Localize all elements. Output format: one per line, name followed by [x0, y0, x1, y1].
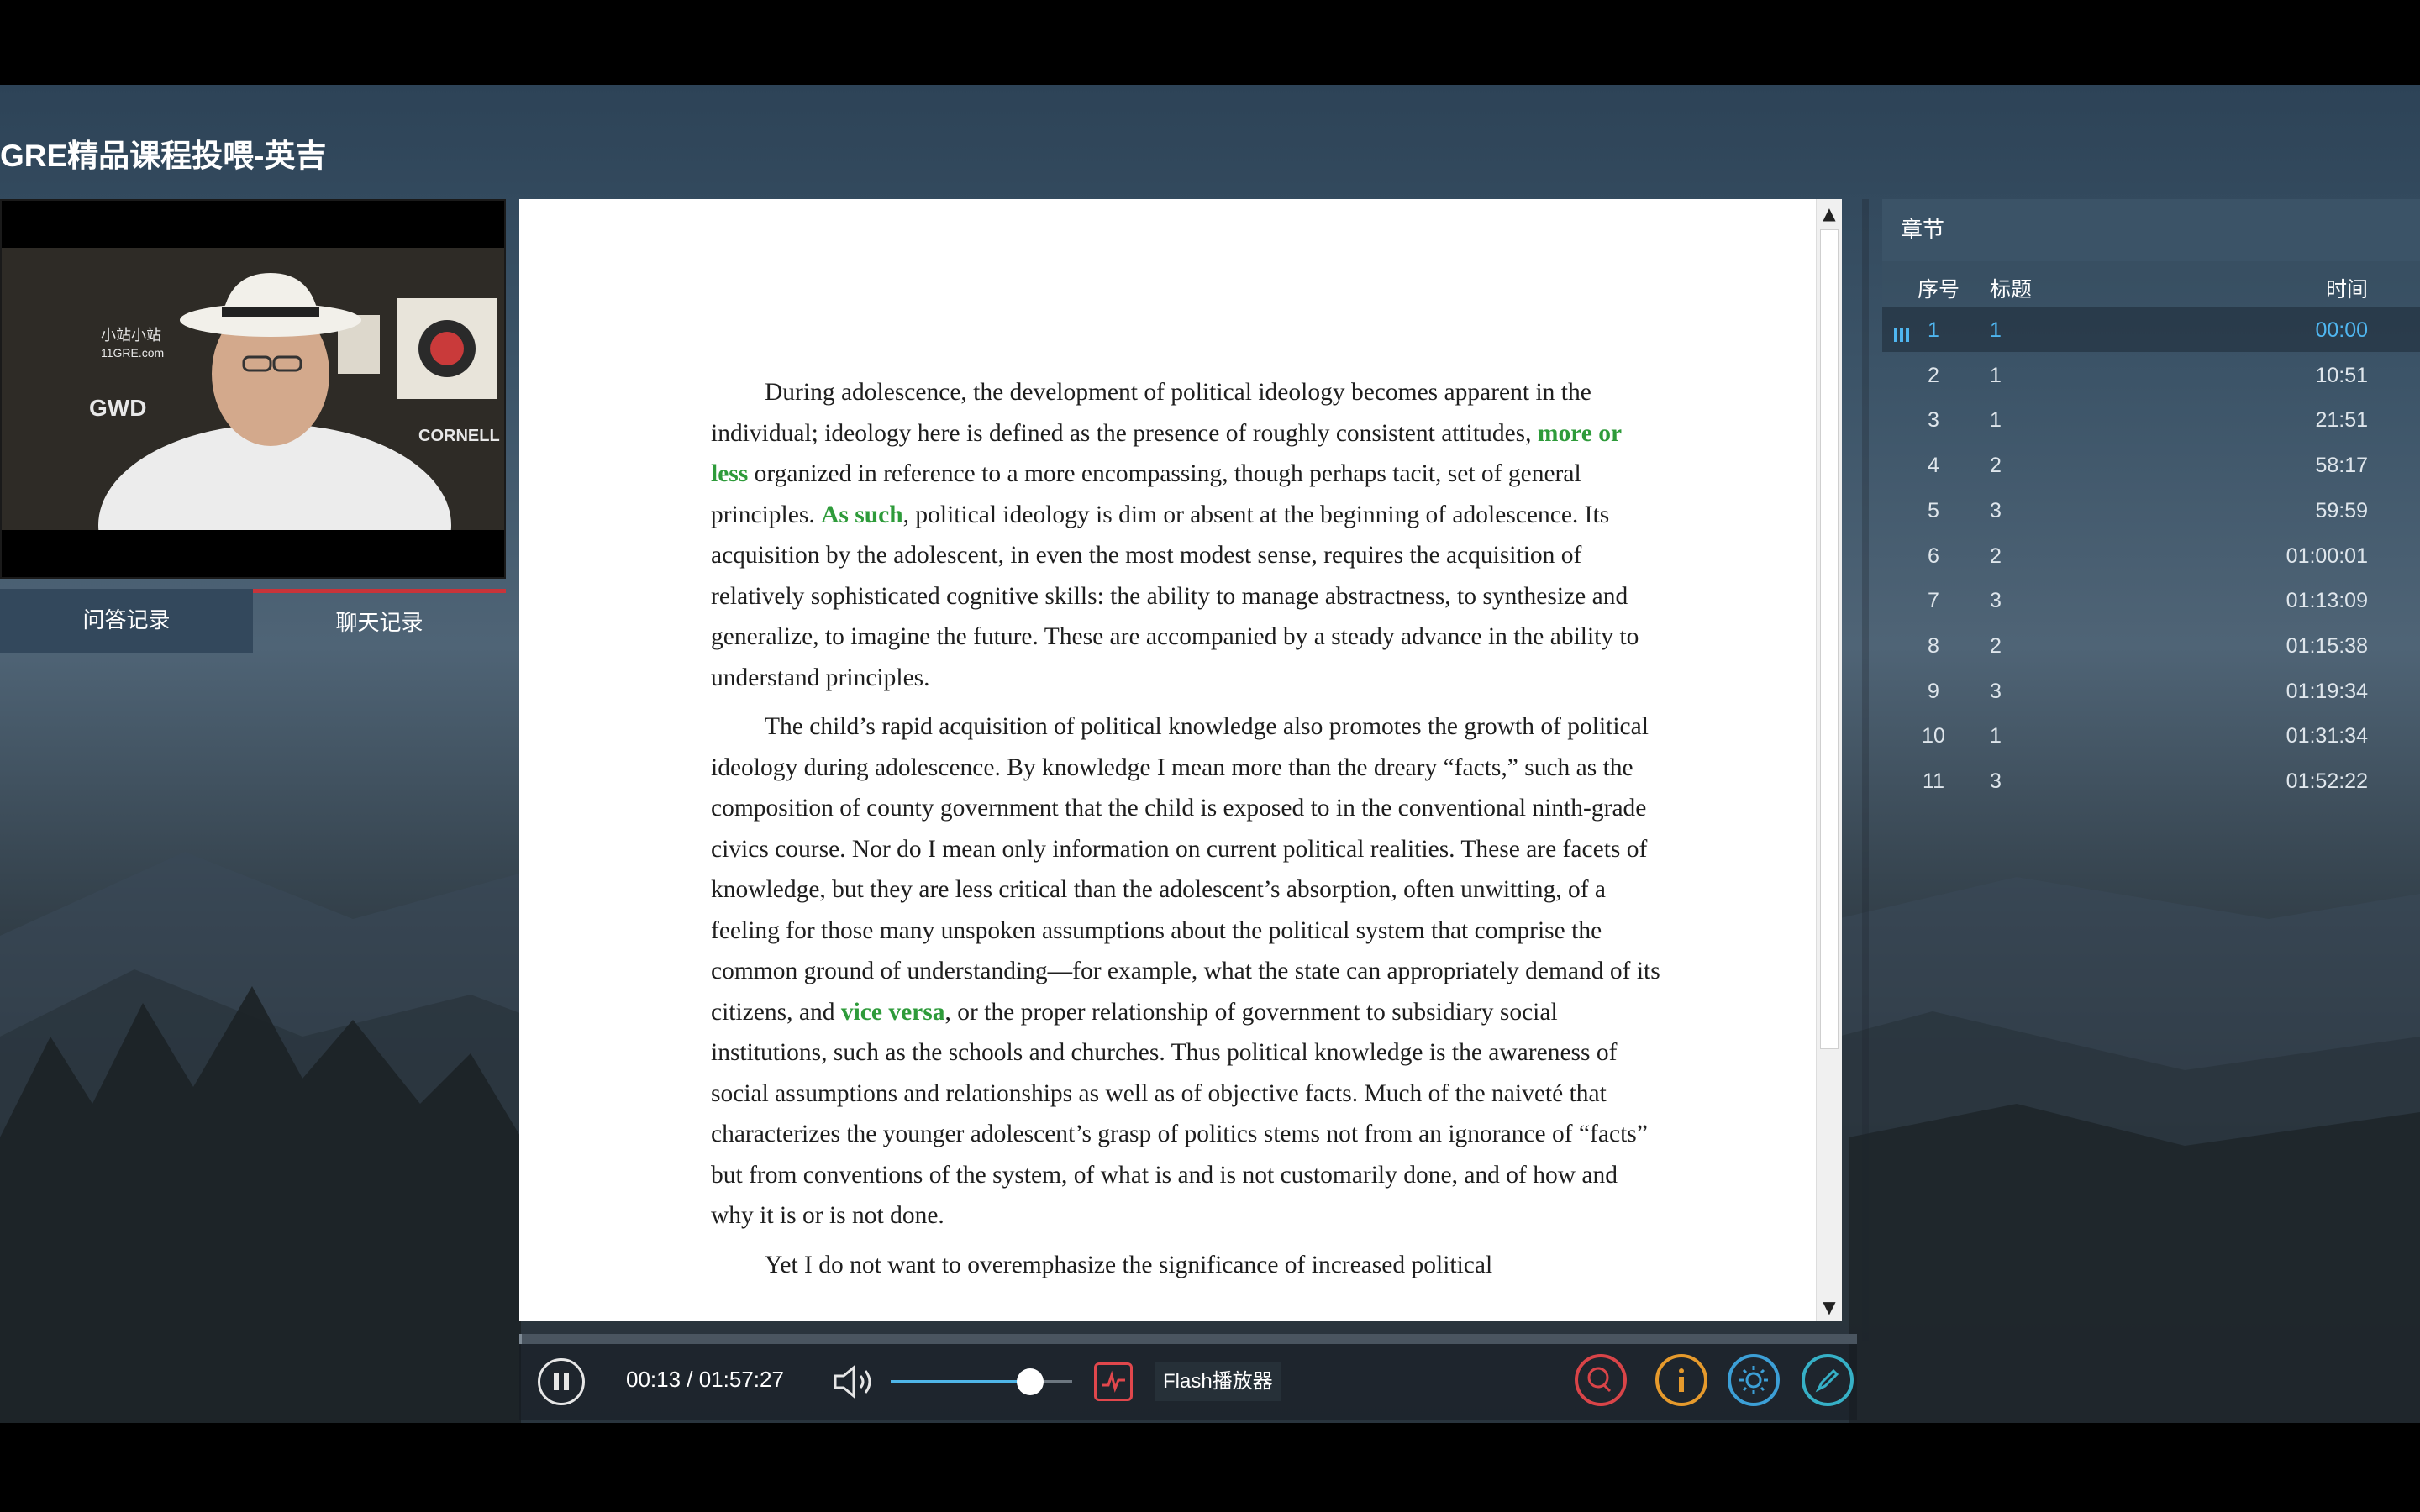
- document-paragraph: The child’s rapid acquisition of politic…: [711, 706, 1660, 1236]
- chapter-title: 2: [1990, 454, 2002, 478]
- chapter-index: 8: [1928, 633, 1939, 658]
- scroll-up-icon[interactable]: ▲: [1817, 199, 1842, 228]
- document-scrollbar[interactable]: ▲ ▼: [1816, 199, 1842, 1321]
- chapter-time: 01:15:38: [2286, 633, 2368, 658]
- chapter-title: 2: [1990, 633, 2002, 658]
- flash-player-button[interactable]: Flash播放器: [1155, 1362, 1281, 1401]
- time-display: 00:13 / 01:57:27: [626, 1367, 784, 1392]
- video-text-site: 11GRE.com: [101, 346, 164, 360]
- player-controls: 00:13 / 01:57:27 Flash播放器: [519, 1344, 1857, 1420]
- highlighted-phrase: As such: [821, 501, 903, 528]
- info-icon[interactable]: [1655, 1354, 1707, 1406]
- chapter-time: 01:00:01: [2286, 543, 2368, 568]
- chapter-row[interactable]: 8 2 01:15:38: [1882, 622, 2420, 668]
- volume-slider[interactable]: [891, 1380, 1072, 1383]
- pen-icon[interactable]: [1802, 1354, 1854, 1406]
- video-frame: 小站小站 11GRE.com GWD CORNELL: [2, 248, 504, 577]
- brightness-icon[interactable]: [1728, 1354, 1780, 1406]
- chapter-title: 3: [1990, 498, 2002, 522]
- highlighted-phrase: vice versa: [840, 998, 945, 1026]
- chapter-panel: 章节 序号 标题 时间 1 1 00:00 2 1 10:51 3 1 21:51 4 2 58:17…: [1882, 199, 2420, 812]
- left-tabs: 问答记录 聊天记录: [0, 589, 506, 653]
- video-text-gwd: GWD: [89, 395, 146, 421]
- document-paragraph: Yet I do not want to overemphasize the s…: [711, 1245, 1660, 1286]
- document-paragraph: During adolescence, the development of p…: [711, 372, 1660, 698]
- col-time: 时间: [2325, 277, 2368, 302]
- chapter-row[interactable]: 6 2 01:00:01: [1882, 533, 2420, 578]
- chapter-index: 3: [1928, 408, 1939, 433]
- chapter-row[interactable]: 10 1 01:31:34: [1882, 712, 2420, 758]
- chapter-row[interactable]: 2 1 10:51: [1882, 352, 2420, 397]
- video-text-cornell: CORNELL: [418, 427, 500, 445]
- chapter-time: 59:59: [2315, 498, 2368, 522]
- chapter-index: 9: [1928, 679, 1939, 703]
- chapter-title: 3: [1990, 589, 2002, 613]
- paragraph-text: Yet I do not want to overemphasize the s…: [765, 1251, 1493, 1278]
- chapter-header: 章节: [1882, 199, 2420, 261]
- tab-chat-records[interactable]: 聊天记录: [253, 589, 506, 653]
- scroll-down-icon[interactable]: ▼: [1817, 1293, 1842, 1321]
- video-text-brand: 小站小站: [101, 327, 161, 344]
- paragraph-text: , or the proper relationship of governme…: [711, 998, 1648, 1230]
- volume-slider-knob[interactable]: [1017, 1368, 1044, 1395]
- chapter-time: 01:52:22: [2286, 769, 2368, 793]
- chapter-row[interactable]: 5 3 59:59: [1882, 487, 2420, 533]
- col-title: 标题: [1990, 277, 2033, 302]
- waveform-icon[interactable]: [1094, 1362, 1133, 1401]
- chapter-columns: 序号 标题 时间: [1882, 261, 2420, 307]
- chapter-row[interactable]: 9 3 01:19:34: [1882, 668, 2420, 713]
- chapter-title: 1: [1990, 724, 2002, 748]
- chapter-row[interactable]: 4 2 58:17: [1882, 442, 2420, 487]
- tab-qa-records[interactable]: 问答记录: [0, 589, 253, 653]
- chapter-title: 2: [1990, 543, 2002, 568]
- chapter-index: 5: [1928, 498, 1939, 522]
- playback-progress-fill: [519, 1334, 523, 1344]
- chapter-title: 1: [1990, 408, 2002, 433]
- volume-icon[interactable]: [832, 1364, 879, 1399]
- chapter-title: 3: [1990, 679, 2002, 703]
- chapter-index: 2: [1928, 363, 1939, 387]
- chapter-time: 10:51: [2315, 363, 2368, 387]
- volume-slider-fill: [891, 1380, 1031, 1383]
- panel-divider: [1862, 199, 1869, 1341]
- chapter-index: 4: [1928, 454, 1939, 478]
- chapter-row[interactable]: 3 1 21:51: [1882, 396, 2420, 442]
- pause-button[interactable]: [538, 1358, 585, 1405]
- scroll-thumb[interactable]: [1820, 229, 1839, 1049]
- chapter-row[interactable]: 11 3 01:52:22: [1882, 758, 2420, 803]
- chapter-title: 1: [1990, 318, 2002, 342]
- document-viewer[interactable]: During adolescence, the development of p…: [519, 199, 1842, 1321]
- chapter-row[interactable]: 7 3 01:13:09: [1882, 577, 2420, 622]
- paragraph-text: , political ideology is dim or absent at…: [711, 501, 1639, 691]
- playback-progress[interactable]: [519, 1334, 1857, 1344]
- teacher-video[interactable]: 小站小站 11GRE.com GWD CORNELL: [0, 199, 506, 579]
- chapter-time: 01:13:09: [2286, 589, 2368, 613]
- document-text: During adolescence, the development of p…: [711, 372, 1660, 1294]
- chapter-index: 7: [1928, 589, 1939, 613]
- chapter-time: 01:19:34: [2286, 679, 2368, 703]
- video-illustration: 小站小站 11GRE.com GWD CORNELL: [2, 248, 504, 577]
- chapter-index: 1: [1928, 318, 1939, 342]
- chapter-title: 1: [1990, 363, 2002, 387]
- chapter-time: 58:17: [2315, 454, 2368, 478]
- chapter-row[interactable]: 1 1 00:00: [1882, 307, 2420, 352]
- question-icon[interactable]: [1575, 1354, 1627, 1406]
- chapter-time: 01:31:34: [2286, 724, 2368, 748]
- chapter-index: 10: [1922, 724, 1945, 748]
- chapter-time: 21:51: [2315, 408, 2368, 433]
- page-title: GRE精品课程投喂-英吉: [0, 139, 327, 173]
- chapter-time: 00:00: [2315, 318, 2368, 342]
- paragraph-text: The child’s rapid acquisition of politic…: [711, 713, 1660, 1026]
- col-index: 序号: [1918, 277, 1960, 302]
- chapter-index: 6: [1928, 543, 1939, 568]
- chapter-title: 3: [1990, 769, 2002, 793]
- chapter-index: 11: [1923, 769, 1944, 793]
- playing-icon: [1894, 323, 1912, 342]
- paragraph-text: During adolescence, the development of p…: [711, 379, 1591, 447]
